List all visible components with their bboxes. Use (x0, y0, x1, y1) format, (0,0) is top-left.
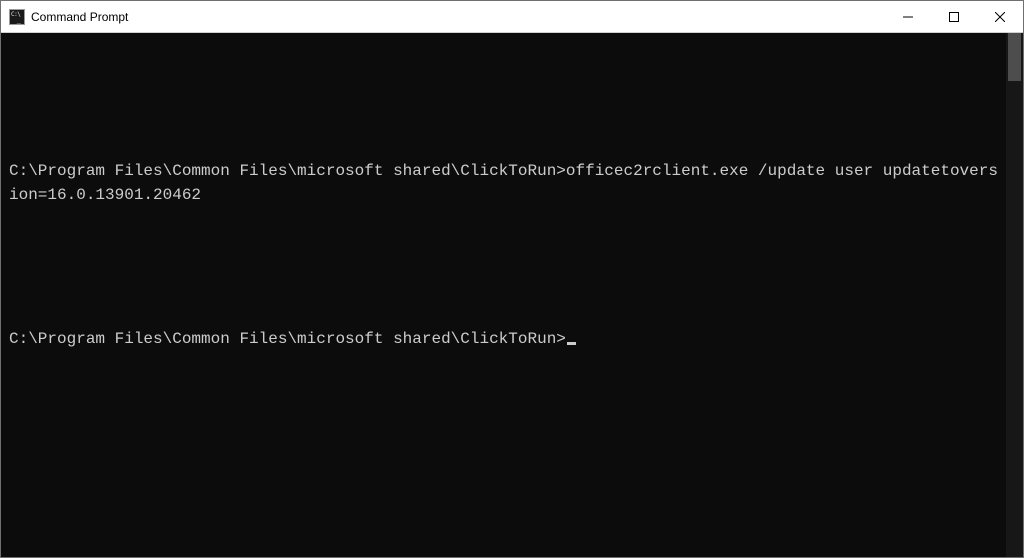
minimize-icon (903, 12, 913, 22)
cmd-icon (9, 9, 25, 25)
prompt-text: C:\Program Files\Common Files\microsoft … (9, 330, 566, 348)
close-button[interactable] (977, 1, 1023, 32)
prompt-text: C:\Program Files\Common Files\microsoft … (9, 162, 566, 180)
titlebar[interactable]: Command Prompt (1, 1, 1023, 33)
window-title: Command Prompt (31, 10, 885, 24)
command-prompt-window: Command Prompt C:\Program Files\Common F… (0, 0, 1024, 558)
console-output[interactable]: C:\Program Files\Common Files\microsoft … (1, 33, 1006, 557)
minimize-button[interactable] (885, 1, 931, 32)
close-icon (995, 12, 1005, 22)
maximize-icon (949, 12, 959, 22)
vertical-scrollbar[interactable] (1006, 33, 1023, 557)
console-area[interactable]: C:\Program Files\Common Files\microsoft … (1, 33, 1023, 557)
maximize-button[interactable] (931, 1, 977, 32)
blank-line (9, 255, 998, 279)
scroll-thumb[interactable] (1008, 33, 1021, 81)
blank-line (9, 87, 998, 111)
console-line-2: C:\Program Files\Common Files\microsoft … (9, 327, 998, 351)
window-controls (885, 1, 1023, 32)
text-cursor (567, 342, 576, 345)
console-line-1: C:\Program Files\Common Files\microsoft … (9, 159, 998, 207)
